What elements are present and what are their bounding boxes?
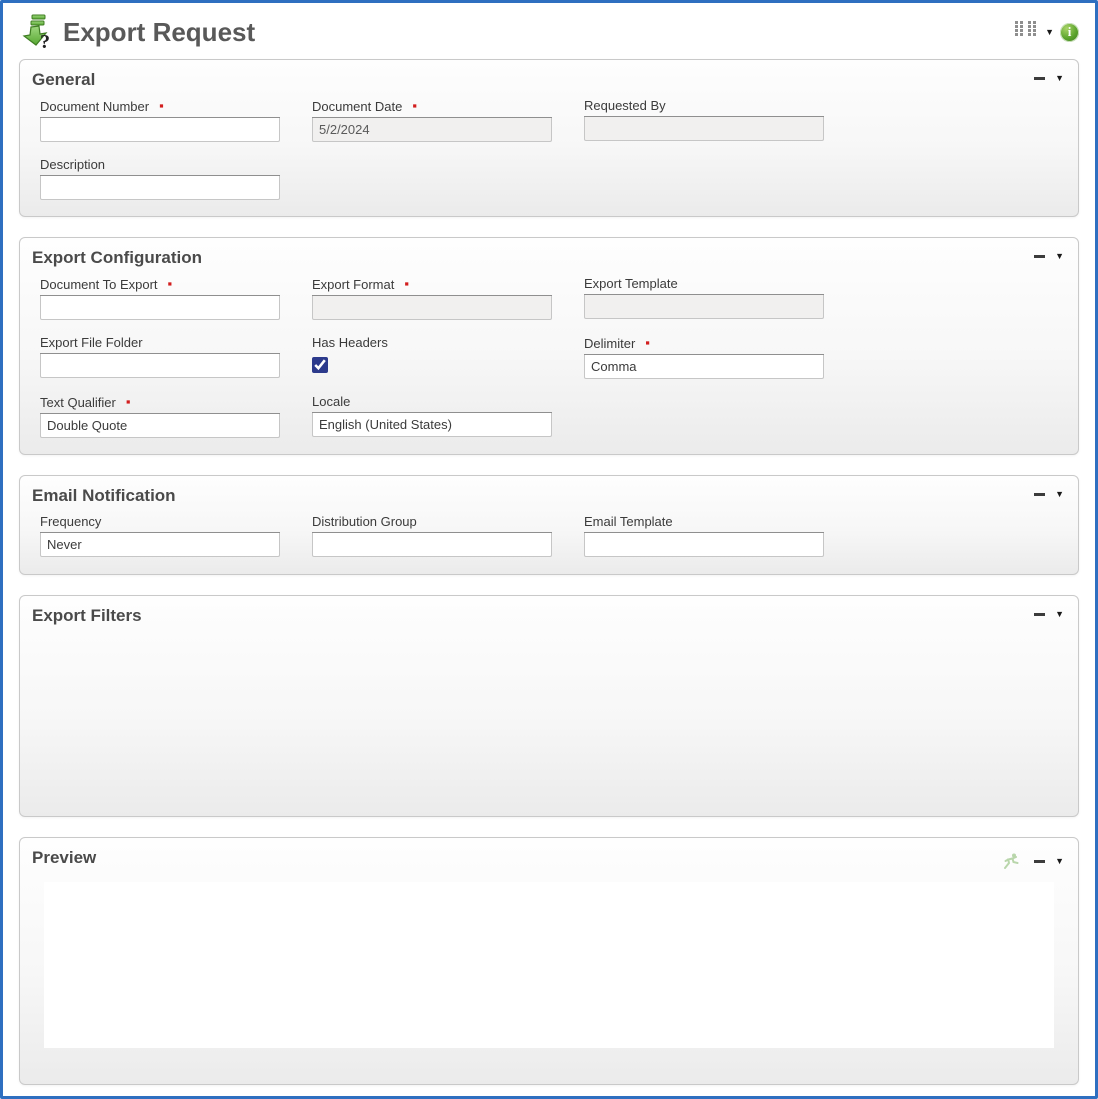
panel-menu-caret-icon[interactable]: ▼ — [1055, 74, 1064, 83]
export-file-folder-input[interactable] — [40, 354, 280, 378]
export-download-icon: ? — [17, 12, 57, 52]
section-title-email-notification: Email Notification — [32, 486, 176, 506]
text-qualifier-field: Text Qualifier ▪ — [40, 394, 280, 438]
document-to-export-field: Document To Export ▪ — [40, 276, 280, 320]
document-date-input — [312, 118, 552, 142]
locale-label: Locale — [312, 394, 350, 409]
panel-menu-caret-icon[interactable]: ▼ — [1055, 857, 1064, 866]
panel-email-notification: Email Notification ▼ Frequency Distribut… — [19, 475, 1079, 575]
required-marker: ▪ — [412, 98, 417, 113]
titlebar-actions: ▼ i — [1015, 21, 1079, 43]
email-template-label: Email Template — [584, 514, 673, 529]
export-format-input — [312, 296, 552, 320]
section-title-export-filters: Export Filters — [32, 606, 142, 626]
required-marker: ▪ — [168, 276, 173, 291]
required-marker: ▪ — [126, 394, 131, 409]
requested-by-label: Requested By — [584, 98, 666, 113]
document-to-export-input[interactable] — [40, 296, 280, 320]
document-date-label: Document Date — [312, 99, 402, 114]
panel-export-filters: Export Filters ▼ — [19, 595, 1079, 817]
document-number-input[interactable] — [40, 118, 280, 142]
collapse-icon[interactable] — [1034, 77, 1045, 80]
panel-preview-header: Preview ▼ — [20, 838, 1078, 872]
locale-field: Locale — [312, 394, 552, 438]
document-number-field: Document Number ▪ — [40, 98, 280, 142]
svg-text:?: ? — [40, 31, 50, 52]
panel-general-header: General ▼ — [20, 60, 1078, 92]
document-date-field: Document Date ▪ — [312, 98, 552, 142]
required-marker: ▪ — [404, 276, 409, 291]
email-notification-fields: Frequency Distribution Group Email Templ… — [20, 508, 1078, 573]
panel-export-configuration: Export Configuration ▼ Document To Expor… — [19, 237, 1079, 455]
text-qualifier-input[interactable] — [40, 414, 280, 438]
export-template-input — [584, 295, 824, 319]
collapse-icon[interactable] — [1034, 860, 1045, 863]
description-input[interactable] — [40, 176, 280, 200]
requested-by-field: Requested By — [584, 98, 824, 142]
export-configuration-fields: Document To Export ▪ Export Format ▪ Expor… — [20, 270, 1078, 454]
has-headers-checkbox[interactable] — [312, 357, 328, 373]
run-preview-icon[interactable] — [1002, 852, 1020, 870]
info-icon[interactable]: i — [1060, 23, 1079, 42]
delimiter-input[interactable] — [584, 355, 824, 379]
distribution-group-field: Distribution Group — [312, 514, 552, 557]
export-filters-body — [20, 628, 1078, 814]
document-to-export-label: Document To Export — [40, 277, 158, 292]
general-fields: Document Number ▪ Document Date ▪ Requeste… — [20, 92, 1078, 216]
export-format-label: Export Format — [312, 277, 394, 292]
distribution-group-input[interactable] — [312, 533, 552, 557]
export-file-folder-field: Export File Folder — [40, 335, 280, 379]
section-title-general: General — [32, 70, 95, 90]
description-field: Description — [40, 157, 280, 200]
export-template-field: Export Template — [584, 276, 824, 320]
panel-preview: Preview ▼ — [19, 837, 1079, 1085]
email-template-field: Email Template — [584, 514, 824, 557]
section-title-export-configuration: Export Configuration — [32, 248, 202, 268]
panel-email-notification-header: Email Notification ▼ — [20, 476, 1078, 508]
panel-export-configuration-header: Export Configuration ▼ — [20, 238, 1078, 270]
column-chooser-caret-icon[interactable]: ▼ — [1045, 28, 1054, 37]
export-format-field: Export Format ▪ — [312, 276, 552, 320]
email-template-input[interactable] — [584, 533, 824, 557]
frequency-field: Frequency — [40, 514, 280, 557]
collapse-icon[interactable] — [1034, 255, 1045, 258]
frequency-label: Frequency — [40, 514, 101, 529]
distribution-group-label: Distribution Group — [312, 514, 417, 529]
has-headers-label: Has Headers — [312, 335, 388, 350]
panel-export-filters-header: Export Filters ▼ — [20, 596, 1078, 628]
required-marker: ▪ — [645, 335, 650, 350]
delimiter-label: Delimiter — [584, 336, 635, 351]
requested-by-input — [584, 117, 824, 141]
delimiter-field: Delimiter ▪ — [584, 335, 824, 379]
description-label: Description — [40, 157, 105, 172]
required-marker: ▪ — [159, 98, 164, 113]
locale-input[interactable] — [312, 413, 552, 437]
panel-menu-caret-icon[interactable]: ▼ — [1055, 490, 1064, 499]
frequency-input[interactable] — [40, 533, 280, 557]
panel-menu-caret-icon[interactable]: ▼ — [1055, 252, 1064, 261]
titlebar: ? Export Request — [3, 3, 1095, 59]
column-chooser-icon[interactable] — [1015, 21, 1039, 43]
collapse-icon[interactable] — [1034, 493, 1045, 496]
document-number-label: Document Number — [40, 99, 149, 114]
section-title-preview: Preview — [32, 848, 96, 868]
preview-area — [44, 882, 1054, 1048]
text-qualifier-label: Text Qualifier — [40, 395, 116, 410]
collapse-icon[interactable] — [1034, 613, 1045, 616]
export-request-page: ? Export Request — [0, 0, 1098, 1099]
page-title: Export Request — [63, 17, 255, 48]
has-headers-field: Has Headers — [312, 335, 552, 379]
panel-menu-caret-icon[interactable]: ▼ — [1055, 610, 1064, 619]
export-template-label: Export Template — [584, 276, 678, 291]
panel-general: General ▼ Document Number ▪ Document Date… — [19, 59, 1079, 217]
export-file-folder-label: Export File Folder — [40, 335, 143, 350]
